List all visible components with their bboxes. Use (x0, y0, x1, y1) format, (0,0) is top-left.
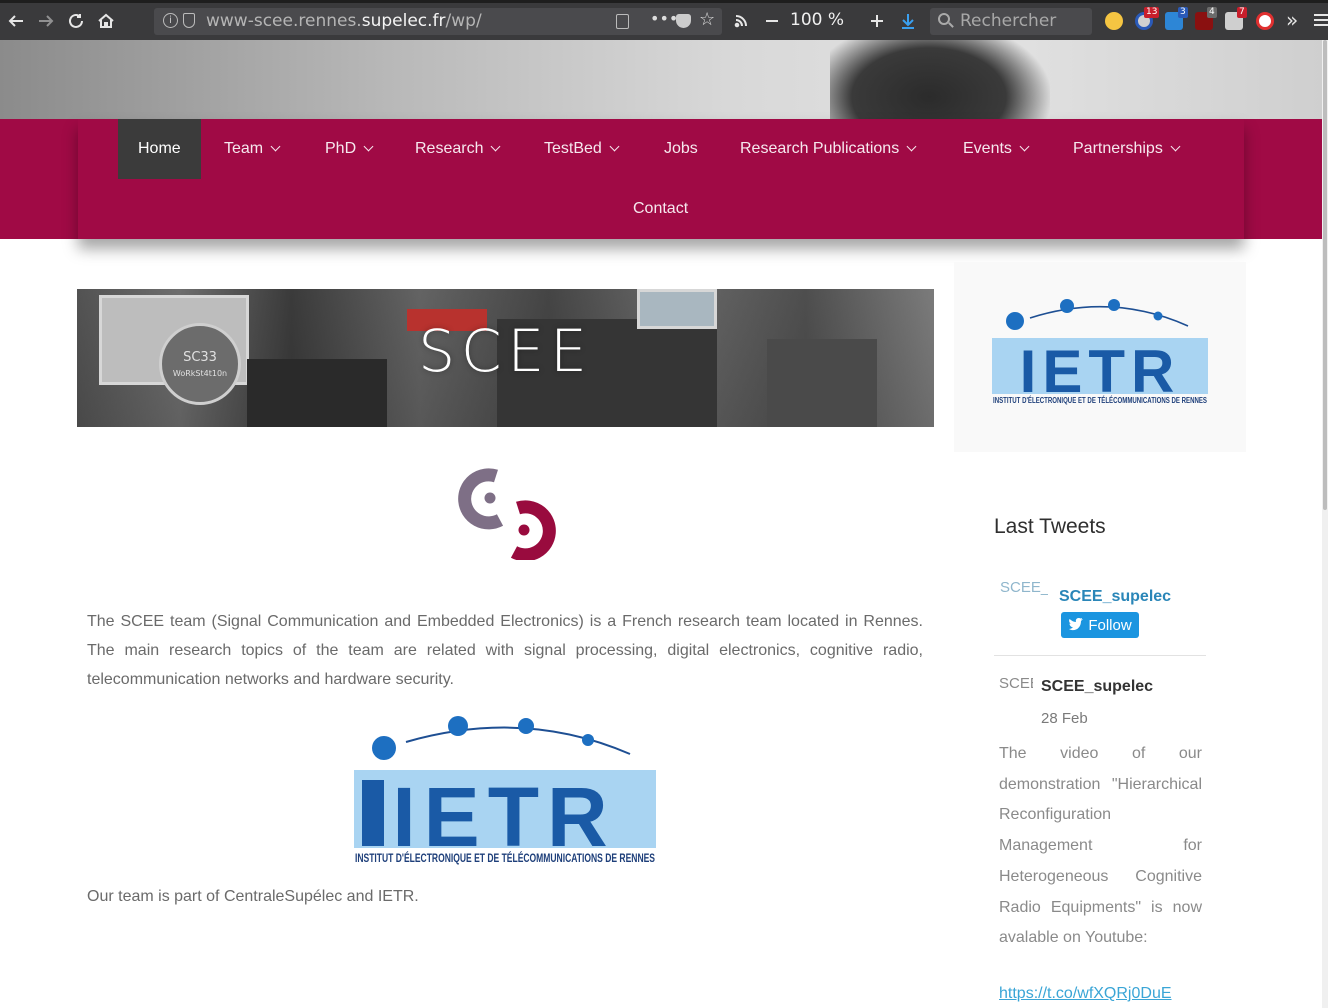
nav-item-home[interactable]: Home (118, 119, 201, 179)
ietr-logo: IETR INSTITUT D'ÉLECTRONIQUE ET DE TÉLÉC… (354, 716, 656, 865)
search-box[interactable]: Rechercher (930, 8, 1092, 35)
intro-paragraph: The SCEE team (Signal Communication and … (87, 613, 923, 688)
chevron-down-icon (906, 141, 917, 151)
nav-item-testbed[interactable]: TestBed (524, 119, 638, 179)
nav-label-jobs: Jobs (664, 140, 698, 157)
nav-label-phd: PhD (325, 140, 357, 157)
reader-view-icon[interactable] (616, 14, 629, 29)
chevron-down-icon (609, 141, 620, 151)
chevron-down-icon (1019, 141, 1030, 151)
record-extension-icon[interactable] (1256, 12, 1274, 30)
nav-item-phd[interactable]: PhD (305, 119, 392, 179)
page-actions-icon[interactable]: ••• (650, 9, 678, 28)
main-navigation: Home Team PhD Research TestBed Jobs Rese… (0, 119, 1322, 239)
download-icon[interactable] (898, 8, 918, 34)
nav-item-research-publications[interactable]: Research Publications (720, 119, 935, 179)
tweet-author[interactable]: SCEE_supelec (1041, 678, 1153, 696)
search-icon-handle (948, 22, 954, 28)
menu-icon[interactable] (1314, 14, 1328, 16)
chevron-down-icon (270, 141, 281, 151)
nav-item-jobs[interactable]: Jobs (644, 119, 718, 179)
extension-badge-4: 7 (1237, 7, 1247, 18)
ietr-logo-subtitle: INSTITUT D'ÉLECTRONIQUE ET DE TÉLÉCOMMUN… (355, 852, 655, 865)
pocket-icon[interactable] (676, 14, 691, 28)
extension-badge-3: 4 (1207, 7, 1217, 18)
nav-label-research-publications: Research Publications (740, 140, 900, 157)
page-banner: SC33 WoRkSt4t10n SCEE (77, 289, 934, 427)
sidebar-ietr-subtitle: INSTITUT D'ÉLECTRONIQUE ET DE TÉLÉCOMMUN… (993, 396, 1207, 405)
nav-item-research[interactable]: Research (395, 119, 519, 179)
scee-logo (458, 468, 556, 560)
search-placeholder: Rechercher (960, 11, 1057, 31)
emoji-extension-icon[interactable] (1105, 12, 1123, 30)
twitter-avatar[interactable]: SCEE_supelec (1000, 578, 1048, 638)
nav-label-home: Home (138, 140, 181, 157)
home-icon[interactable] (94, 8, 118, 34)
header-image-figure (830, 40, 1050, 120)
chevron-down-icon (1170, 141, 1181, 151)
sidebar-ietr-logo[interactable]: IETR INSTITUT D'ÉLECTRONIQUE ET DE TÉLÉC… (992, 296, 1208, 406)
nav-label-testbed: TestBed (544, 140, 602, 157)
zoom-out-icon[interactable] (762, 8, 782, 34)
nav-label-research: Research (415, 140, 484, 157)
overflow-chevron-icon[interactable]: » (1286, 8, 1298, 32)
back-icon[interactable] (4, 8, 28, 34)
forward-icon[interactable] (34, 8, 58, 34)
chevron-down-icon (363, 141, 374, 151)
nav-label-events: Events (963, 140, 1012, 157)
tweet-date[interactable]: 28 Feb (1041, 710, 1088, 727)
nav-label-contact: Contact (633, 200, 689, 217)
sidebar-ietr-wordmark: IETR (1020, 338, 1181, 405)
scrollbar-thumb[interactable] (1323, 40, 1327, 510)
tweet-text: The video of our demonstration "Hierarch… (999, 745, 1202, 947)
nav-item-team[interactable]: Team (204, 119, 299, 179)
nav-item-contact[interactable]: Contact (613, 179, 708, 239)
nav-label-partnerships: Partnerships (1073, 140, 1163, 157)
twitter-bird-icon (1069, 618, 1084, 631)
follow-label: Follow (1088, 616, 1132, 634)
rss-icon[interactable] (730, 8, 752, 34)
last-tweets-heading: Last Tweets (994, 515, 1106, 538)
nav-item-partnerships[interactable]: Partnerships (1053, 119, 1199, 179)
ietr-logo-wordmark: IETR (392, 770, 615, 864)
twitter-follow-button[interactable]: Follow (1061, 612, 1139, 638)
twitter-account-link[interactable]: SCEE_supelec (1059, 588, 1171, 606)
tweet-avatar[interactable]: SCEE (999, 675, 1033, 697)
url-text[interactable]: www-scee.rennes.supelec.fr/wp/ (206, 11, 482, 31)
chevron-down-icon (491, 141, 501, 151)
zoom-in-icon[interactable] (867, 8, 887, 34)
shield-icon[interactable] (183, 13, 195, 28)
tweet-link[interactable]: https://t.co/wfXQRj0DuE (999, 985, 1172, 1003)
extension-badge-1: 13 (1144, 7, 1160, 18)
part-of-text: Our team is part of CentraleSupélec and … (87, 888, 419, 905)
browser-toolbar: i www-scee.rennes.supelec.fr/wp/ ••• ☆ 1… (0, 0, 1328, 40)
bookmark-star-icon[interactable]: ☆ (699, 9, 715, 30)
nav-item-events[interactable]: Events (943, 119, 1048, 179)
zoom-level[interactable]: 100 % (790, 10, 844, 30)
header-image (0, 40, 1322, 120)
tweet-divider (994, 655, 1206, 656)
extension-badge-2: 3 (1178, 7, 1188, 18)
url-bar[interactable]: i www-scee.rennes.supelec.fr/wp/ ••• ☆ (154, 8, 722, 35)
page-title: SCEE (418, 317, 593, 385)
info-icon[interactable]: i (163, 13, 178, 28)
tab-strip-edge (0, 0, 1328, 3)
reload-icon[interactable] (64, 8, 88, 34)
nav-label-team: Team (224, 140, 264, 157)
